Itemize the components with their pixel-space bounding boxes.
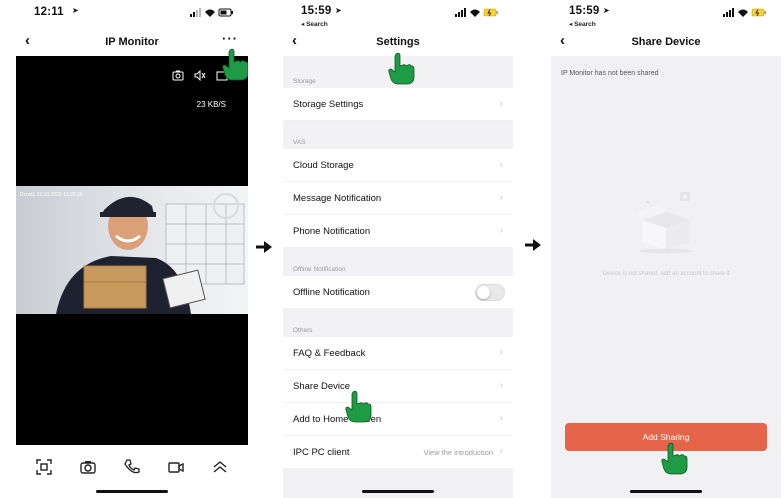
chevron-right-icon: › (499, 225, 503, 236)
row-hint: View the introduction (423, 448, 494, 457)
page-title: Share Device (631, 36, 701, 48)
row-label: Message Notification (293, 193, 382, 204)
row-label: FAQ & Feedback (293, 348, 366, 359)
home-indicator (96, 490, 168, 493)
chevron-right-icon: › (499, 347, 503, 358)
row-label: Phone Notification (293, 226, 371, 237)
row-label: Offline Notification (293, 287, 370, 298)
phone-notification-row[interactable]: Phone Notification › (283, 215, 513, 248)
status-time: 15:59 (569, 5, 600, 17)
system-status-icons (723, 8, 766, 17)
page-title: IP Monitor (105, 36, 159, 48)
offline-notification-row: Offline Notification (283, 276, 513, 309)
section-header-others: Others (293, 327, 313, 334)
system-status-icons (190, 8, 233, 17)
scan-icon[interactable] (33, 456, 55, 478)
phone-icon[interactable] (121, 456, 143, 478)
chevron-right-icon: › (499, 446, 503, 457)
video-area-bottom (16, 314, 248, 445)
share-device-screen: 15:59 ➤ ◂ Search ‹ Share Device IP Monit… (551, 0, 781, 498)
video-area-top: 23 KB/S (16, 56, 248, 186)
bottom-toolbar (16, 450, 248, 484)
home-indicator (630, 490, 702, 493)
ip-monitor-screen: 12:11 ➤ ‹ IP Monitor ··· 23 KB/S Drzwi1 … (16, 0, 248, 498)
row-label: Share Device (293, 381, 351, 392)
row-label: IPC PC client (293, 447, 350, 458)
location-icon: ➤ (603, 6, 610, 15)
row-label: Cloud Storage (293, 160, 354, 171)
camera-icon[interactable] (77, 456, 99, 478)
chevron-right-icon: › (499, 192, 503, 203)
location-icon: ➤ (72, 6, 79, 15)
location-icon: ➤ (335, 6, 342, 15)
faq-feedback-row[interactable]: FAQ & Feedback › (283, 337, 513, 370)
pointing-hand-icon (388, 52, 415, 85)
share-device-row[interactable]: Share Device › (283, 370, 513, 403)
cloud-storage-row[interactable]: Cloud Storage › (283, 149, 513, 182)
settings-list: Storage Storage Settings › VAS Cloud Sto… (283, 60, 513, 469)
chevron-right-icon: › (499, 159, 503, 170)
status-time: 12:11 (34, 6, 64, 18)
pointing-hand-icon (345, 390, 372, 423)
bitrate-readout: 23 KB/S (196, 100, 226, 109)
camera-snapshot: Drzwi1 22.10.2022 12:25:36 (16, 186, 248, 314)
nav-bar: ‹ Share Device (551, 30, 781, 56)
section-header-vas: VAS (293, 139, 306, 146)
chevron-up-icon[interactable] (209, 456, 231, 478)
status-bar: 12:11 ➤ (16, 0, 248, 24)
section-header-offline-notification: Offline Notification (293, 266, 346, 273)
home-indicator (362, 490, 434, 493)
empty-state-text: Device is not shared, add an account to … (602, 271, 730, 277)
row-label: Storage Settings (293, 99, 364, 110)
nav-bar: ‹ IP Monitor ··· (16, 30, 248, 56)
toggle-knob (477, 286, 490, 299)
offline-notification-toggle[interactable] (475, 284, 505, 301)
mute-icon[interactable] (194, 70, 206, 81)
delivery-man-image: Drzwi1 22.10.2022 12:25:36 (16, 186, 248, 314)
pointing-hand-icon (661, 442, 688, 475)
system-status-icons (455, 8, 498, 17)
snapshot-icon[interactable] (172, 70, 184, 81)
storage-settings-row[interactable]: Storage Settings › (283, 88, 513, 121)
add-to-home-screen-row[interactable]: Add to Home Screen › (283, 403, 513, 436)
page-title: Settings (376, 36, 420, 48)
empty-box-icon (636, 192, 692, 254)
chevron-right-icon: › (499, 98, 503, 109)
pointing-hand-icon (222, 48, 248, 81)
share-status-text: IP Monitor has not been shared (561, 70, 659, 77)
ipc-pc-client-row[interactable]: IPC PC client View the introduction › (283, 436, 513, 469)
settings-screen: 15:59 ➤ ◂ Search ‹ Settings Storage Stor… (283, 0, 513, 498)
arrow-right-icon (256, 241, 272, 253)
back-to-search-link[interactable]: ◂ Search (569, 20, 596, 28)
chevron-right-icon: › (499, 413, 503, 424)
more-menu-icon[interactable]: ··· (222, 31, 238, 46)
status-time: 15:59 (301, 5, 332, 17)
arrow-right-icon (525, 239, 541, 251)
video-osd-timestamp: Drzwi1 22.10.2022 12:25:36 (20, 192, 83, 198)
video-icon[interactable] (165, 456, 187, 478)
chevron-right-icon: › (499, 380, 503, 391)
back-to-search-link[interactable]: ◂ Search (301, 20, 328, 28)
message-notification-row[interactable]: Message Notification › (283, 182, 513, 215)
